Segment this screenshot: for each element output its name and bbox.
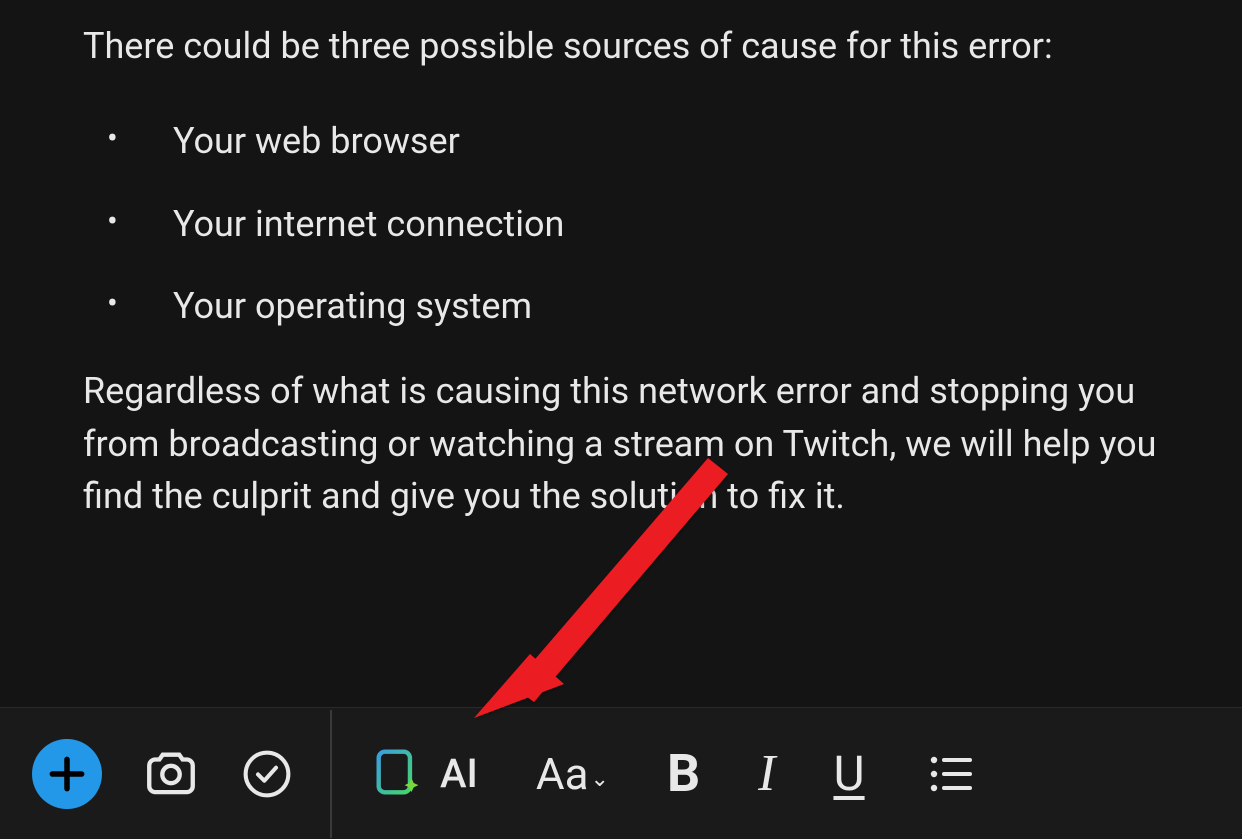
underline-button[interactable]: U (833, 739, 864, 809)
text-format-label: Aa (536, 748, 589, 800)
italic-label: I (758, 744, 775, 803)
editor-toolbar: AI Aa ⌄ B I U (0, 707, 1242, 839)
add-button[interactable] (32, 739, 102, 809)
bold-label: B (667, 743, 700, 804)
outro-paragraph: Regardless of what is causing this netwo… (83, 365, 1162, 522)
list-item: Your internet connection (83, 183, 1162, 265)
ai-button[interactable]: AI (374, 739, 478, 809)
editor-content[interactable]: There could be three possible sources of… (0, 0, 1242, 522)
camera-button[interactable] (142, 739, 200, 809)
intro-paragraph: There could be three possible sources of… (83, 20, 1162, 72)
bold-button[interactable]: B (667, 739, 700, 809)
text-format-button[interactable]: Aa ⌄ (536, 739, 609, 809)
list-item: Your web browser (83, 100, 1162, 182)
chevron-down-icon: ⌄ (591, 767, 609, 792)
italic-button[interactable]: I (758, 739, 775, 809)
list-icon (923, 750, 977, 798)
underline-label: U (833, 745, 864, 802)
list-item: Your operating system (83, 265, 1162, 347)
ai-label: AI (440, 750, 478, 797)
bullet-list: Your web browser Your internet connectio… (83, 100, 1162, 347)
bullet-list-button[interactable] (923, 739, 977, 809)
ai-sparkle-doc-icon (374, 747, 424, 801)
check-circle-button[interactable] (240, 739, 294, 809)
